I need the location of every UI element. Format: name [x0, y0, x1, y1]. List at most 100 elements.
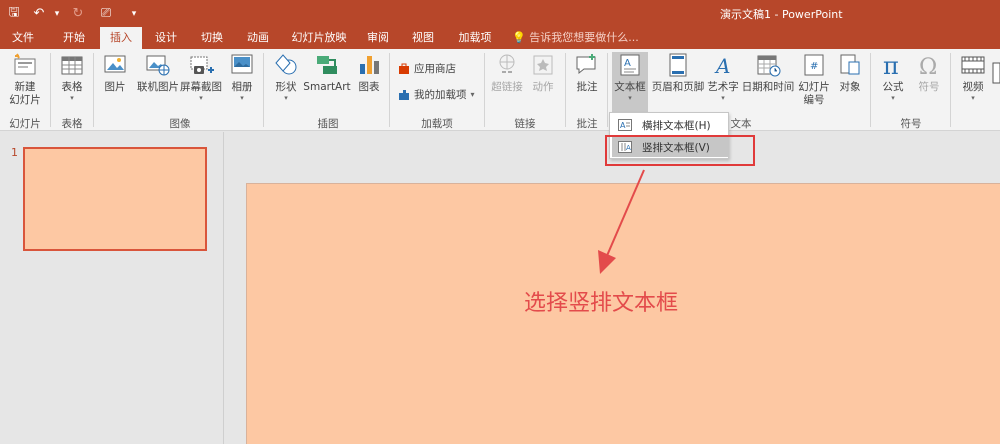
tab-animations[interactable]: 动画	[238, 27, 278, 49]
chevron-down-icon: ▾	[70, 94, 74, 102]
group-separator	[50, 53, 51, 127]
menu-item-label: 横排文本框(H)	[642, 119, 711, 132]
addins-icon	[399, 89, 409, 100]
header-footer-icon	[669, 53, 687, 77]
svg-text:#: #	[810, 61, 818, 72]
comment-label: 批注	[576, 81, 598, 93]
group-separator	[870, 53, 871, 127]
online-picture-icon	[146, 55, 170, 76]
slide-number-icon: #	[804, 54, 824, 76]
store-icon	[399, 63, 409, 74]
chevron-down-icon: ▾	[470, 90, 475, 99]
ribbon-tabs: 文件 开始 插入 设计 切换 动画 幻灯片放映 审阅 视图 加载项 💡 告诉我您…	[0, 27, 1000, 49]
hyperlink-button[interactable]: 超链接	[488, 52, 526, 94]
slide-thumbnail[interactable]	[23, 147, 207, 251]
shapes-button[interactable]: 形状 ▾	[270, 52, 302, 102]
annotation-arrow	[598, 169, 645, 274]
new-slide-button[interactable]: 新建 幻灯片	[3, 52, 47, 107]
screenshot-button[interactable]: 屏幕截图 ▾	[178, 52, 224, 102]
group-separator	[93, 53, 94, 127]
hyperlink-label: 超链接	[491, 81, 523, 93]
online-picture-button[interactable]: 联机图片	[133, 52, 183, 94]
group-separator	[263, 53, 264, 127]
date-time-label: 日期和时间	[741, 81, 795, 93]
comment-button[interactable]: 批注	[570, 52, 604, 94]
video-label: 视频	[962, 81, 984, 93]
group-label-links: 链接	[514, 118, 536, 130]
annotation-text: 选择竖排文本框	[524, 291, 679, 316]
online-picture-label: 联机图片	[137, 81, 179, 93]
tell-me-box[interactable]: 💡 告诉我您想要做什么...	[512, 27, 639, 49]
equation-label: 公式	[882, 81, 904, 93]
picture-label: 图片	[104, 81, 126, 93]
svg-text:A: A	[714, 54, 730, 78]
undo-icon[interactable]: ↶	[28, 0, 50, 27]
action-icon	[533, 55, 553, 75]
chevron-down-icon: ▾	[721, 94, 725, 102]
tab-home[interactable]: 开始	[54, 27, 94, 49]
window-title: 演示文稿1 - PowerPoint	[720, 8, 843, 21]
annotation-highlight-box	[605, 135, 755, 166]
action-label: 动作	[532, 81, 554, 93]
chart-icon	[360, 56, 379, 74]
slide-thumbnail-number: 1	[11, 146, 18, 159]
svg-text:A: A	[620, 121, 626, 130]
picture-button[interactable]: 图片	[100, 52, 130, 94]
title-bar: 🖫 ↶ ▾ ↻ ⎚ ▾ 演示文稿1 - PowerPoint	[0, 0, 1000, 27]
photo-album-icon	[231, 54, 253, 74]
chevron-down-icon: ▾	[240, 94, 244, 102]
redo-icon[interactable]: ↻	[64, 0, 92, 27]
smartart-button[interactable]: SmartArt	[303, 52, 351, 94]
audio-icon[interactable]	[992, 61, 1000, 85]
ribbon: 新建 幻灯片 幻灯片 表格 ▾ 表格 图片 联机图片 屏幕截图 ▾ 相册 ▾ 图…	[0, 49, 1000, 131]
group-label-slides: 幻灯片	[9, 118, 41, 130]
date-time-button[interactable]: 日期和时间	[740, 52, 796, 94]
undo-dropdown-icon[interactable]: ▾	[50, 0, 64, 27]
chevron-down-icon: ▾	[284, 94, 288, 102]
store-label: 应用商店	[414, 63, 456, 75]
svg-text:π: π	[883, 52, 899, 78]
tab-design[interactable]: 设计	[147, 27, 185, 49]
table-button[interactable]: 表格 ▾	[55, 52, 89, 102]
equation-button[interactable]: π 公式 ▾	[876, 52, 910, 102]
tab-transitions[interactable]: 切换	[193, 27, 231, 49]
action-button[interactable]: 动作	[528, 52, 558, 94]
present-icon[interactable]: ⎚	[92, 0, 120, 27]
chart-button[interactable]: 图表	[354, 52, 384, 94]
svg-text:A: A	[624, 58, 631, 69]
chevron-down-icon: ▾	[971, 94, 975, 102]
menu-item-horizontal-textbox[interactable]: A 横排文本框(H)	[612, 115, 728, 135]
object-icon	[840, 54, 860, 75]
screenshot-icon	[190, 56, 214, 74]
textbox-button[interactable]: A 文本框 ▾	[612, 52, 648, 114]
tab-review[interactable]: 审阅	[360, 27, 396, 49]
smartart-label: SmartArt	[303, 81, 351, 93]
hyperlink-icon	[499, 54, 515, 73]
save-icon[interactable]: 🖫	[0, 0, 28, 27]
my-addins-button[interactable]: 我的加载项 ▾	[398, 87, 475, 102]
tab-view[interactable]: 视图	[404, 27, 442, 49]
group-label-comments: 批注	[576, 118, 598, 130]
tab-addins[interactable]: 加载项	[452, 27, 498, 49]
pi-icon: π	[883, 52, 899, 78]
slide-number-button[interactable]: # 幻灯片 编号	[796, 52, 832, 107]
photo-album-button[interactable]: 相册 ▾	[226, 52, 258, 102]
video-button[interactable]: 视频 ▾	[956, 52, 990, 102]
group-separator	[484, 53, 485, 127]
symbol-button[interactable]: Ω 符号	[912, 52, 946, 94]
group-separator	[565, 53, 566, 127]
group-separator	[950, 53, 951, 127]
wordart-button[interactable]: A 艺术字 ▾	[706, 52, 740, 102]
tab-slideshow[interactable]: 幻灯片放映	[286, 27, 352, 49]
chart-label: 图表	[358, 81, 380, 93]
tab-insert[interactable]: 插入	[100, 27, 142, 49]
tab-file[interactable]: 文件	[6, 27, 40, 49]
customize-qat-icon[interactable]: ▾	[120, 0, 148, 27]
wordart-icon: A	[714, 54, 730, 78]
object-button[interactable]: 对象	[834, 52, 866, 94]
object-label: 对象	[839, 81, 861, 93]
table-label: 表格	[61, 81, 83, 93]
store-button[interactable]: 应用商店	[398, 61, 456, 76]
table-icon	[61, 56, 83, 75]
header-footer-button[interactable]: 页眉和页脚	[650, 52, 706, 94]
